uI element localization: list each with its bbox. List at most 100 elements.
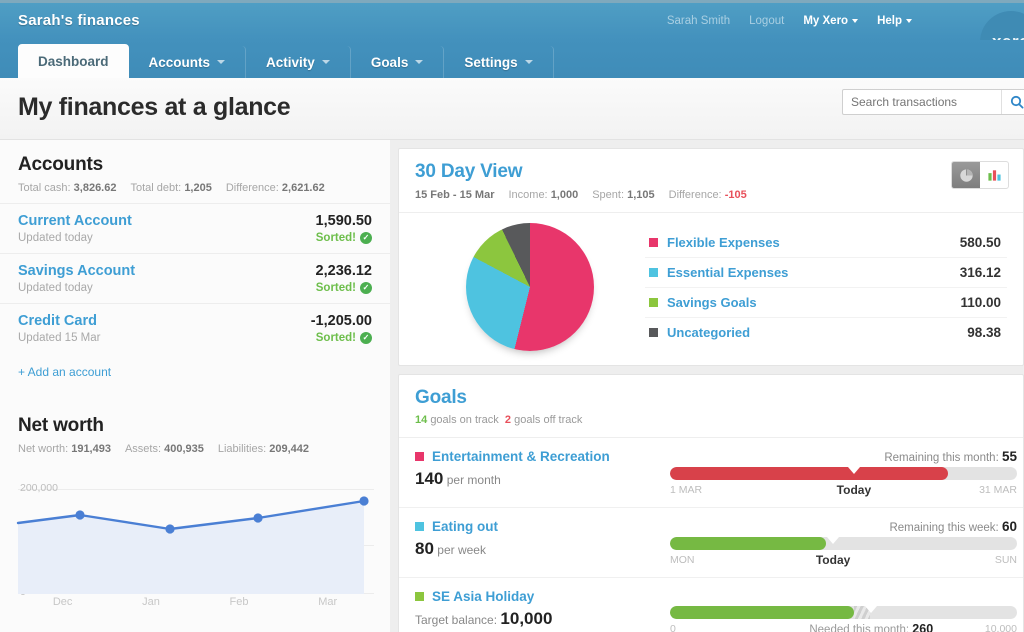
account-name[interactable]: Savings Account <box>18 263 135 279</box>
list-item[interactable]: SE Asia Holiday Target balance: 10,000 0… <box>399 578 1023 632</box>
legend-value: 316.12 <box>959 264 1001 280</box>
thirty-day-view-panel: 30 Day View 15 Feb - 15 Mar Income: 1,00… <box>398 148 1024 366</box>
tab-settings[interactable]: Settings <box>444 46 554 78</box>
goal-amount-unit: per month <box>446 473 501 487</box>
goal-amount-value: 140 <box>415 469 444 488</box>
goal-remaining-label: Remaining this week: <box>889 522 999 534</box>
list-item[interactable]: Eating out 80 per week Remaining this we… <box>399 508 1023 578</box>
tab-label: Accounts <box>148 54 211 70</box>
pie-chart-icon[interactable] <box>952 162 980 188</box>
difference-label: Difference: <box>668 189 722 201</box>
thirty-day-view-body: Flexible Expenses 580.50 Essential Expen… <box>399 213 1023 365</box>
x-tick-label: Feb <box>229 596 249 608</box>
legend-item[interactable]: Uncategoried 98.38 <box>645 318 1007 347</box>
search-input[interactable] <box>843 90 1001 114</box>
goal-name: Eating out <box>432 519 498 534</box>
table-row[interactable]: Credit Card Updated 15 Mar -1,205.00 Sor… <box>0 303 390 353</box>
accounts-panel: Accounts Total cash: 3,826.62 Total debt… <box>0 140 390 194</box>
search-button[interactable] <box>1001 90 1024 114</box>
goal-amount-value: 80 <box>415 539 434 558</box>
legend-swatch <box>649 297 658 307</box>
axis-end-label: 10,000 <box>984 623 1017 632</box>
axis-start-label: 0 <box>670 623 676 632</box>
goal-swatch <box>415 592 424 601</box>
chevron-down-icon <box>217 60 226 64</box>
list-item[interactable]: Entertainment & Recreation 140 per month… <box>399 438 1023 508</box>
progress-bar-fill <box>670 606 854 619</box>
legend-item[interactable]: Essential Expenses 316.12 <box>645 258 1007 288</box>
goal-title[interactable]: SE Asia Holiday <box>415 589 670 604</box>
goals-summary: 14 goals on track 2 goals off track <box>415 414 1007 426</box>
help-menu[interactable]: Help <box>877 15 912 27</box>
total-debt-value: 1,205 <box>184 182 212 194</box>
thirty-day-view-title[interactable]: 30 Day View <box>415 161 1007 183</box>
pie-chart-graphic <box>466 223 594 351</box>
total-debt-label: Total debt: <box>130 182 182 194</box>
goals-header: Goals 14 goals on track 2 goals off trac… <box>399 375 1023 438</box>
legend-label: Uncategoried <box>667 324 751 340</box>
tab-accounts[interactable]: Accounts <box>129 46 247 78</box>
tab-activity[interactable]: Activity <box>246 46 351 78</box>
account-balance: 1,590.50 <box>315 213 372 229</box>
tab-label: Goals <box>370 54 409 70</box>
progress-bar[interactable] <box>670 467 1017 480</box>
tab-label: Dashboard <box>38 53 109 69</box>
goal-title[interactable]: Eating out <box>415 519 670 534</box>
status-badge: Sorted! ✓ <box>316 282 372 294</box>
total-cash-value: 3,826.62 <box>73 182 117 194</box>
pie-chart <box>415 223 645 351</box>
goal-title[interactable]: Entertainment & Recreation <box>415 449 670 464</box>
net-worth-summary: Net worth: 191,493 Assets: 400,935 Liabi… <box>18 443 372 455</box>
tab-goals[interactable]: Goals <box>351 46 445 78</box>
progress-bar[interactable] <box>670 537 1017 550</box>
goal-info: SE Asia Holiday Target balance: 10,000 <box>415 589 670 629</box>
account-balance: -1,205.00 <box>310 313 372 329</box>
tab-label: Activity <box>266 54 315 70</box>
legend-value: 580.50 <box>959 234 1001 250</box>
chevron-down-icon <box>852 18 859 23</box>
table-row[interactable]: Current Account Updated today 1,590.50 S… <box>0 203 390 253</box>
goal-remaining-value: 55 <box>1001 449 1017 464</box>
spent-label: Spent: <box>592 189 625 201</box>
progress-axis: 0 Needed this month: 260 10,000 <box>670 622 1017 632</box>
x-axis-labels: Dec Jan Feb Mar <box>0 596 390 608</box>
status-label: Sorted! <box>315 232 356 244</box>
income-label: Income: <box>508 189 548 201</box>
add-account-link[interactable]: + Add an account <box>0 353 390 379</box>
my-xero-menu[interactable]: My Xero <box>803 15 859 27</box>
progress-bar-fill <box>670 537 827 550</box>
table-row[interactable]: Savings Account Updated today 2,236.12 S… <box>0 253 390 303</box>
goals-title[interactable]: Goals <box>415 387 1007 409</box>
check-icon: ✓ <box>360 332 372 344</box>
legend-item[interactable]: Flexible Expenses 580.50 <box>645 228 1007 258</box>
legend-item[interactable]: Savings Goals 110.00 <box>645 288 1007 318</box>
check-icon: ✓ <box>360 232 372 244</box>
account-balance: 2,236.12 <box>315 263 372 279</box>
account-name[interactable]: Current Account <box>18 213 132 229</box>
legend-value: 110.00 <box>960 294 1001 310</box>
goal-remaining-label: Remaining this month: <box>884 452 999 464</box>
legend-label: Essential Expenses <box>667 264 789 280</box>
status-label: Sorted! <box>315 332 356 344</box>
tab-dashboard[interactable]: Dashboard <box>18 44 129 78</box>
account-name[interactable]: Credit Card <box>18 313 100 329</box>
right-column: 30 Day View 15 Feb - 15 Mar Income: 1,00… <box>390 140 1024 632</box>
off-track-label: goals off track <box>514 414 583 426</box>
user-name: Sarah Smith <box>666 15 731 27</box>
x-tick-label: Jan <box>142 596 160 608</box>
progress-bar[interactable] <box>670 606 1017 619</box>
axis-start-label: 1 MAR <box>670 484 703 496</box>
left-column: Accounts Total cash: 3,826.62 Total debt… <box>0 140 390 632</box>
status-label: Sorted! <box>315 282 356 294</box>
goal-progress: 0 Needed this month: 260 10,000 <box>670 589 1023 632</box>
top-header-bar: Sarah's finances Sarah Smith Logout My X… <box>0 0 1024 40</box>
net-worth-panel: Net worth Net worth: 191,493 Assets: 400… <box>0 401 390 455</box>
bar-chart-icon[interactable] <box>980 162 1008 188</box>
goal-info: Eating out 80 per week <box>415 519 670 559</box>
goal-swatch <box>415 452 424 461</box>
difference-label: Difference: <box>225 182 279 194</box>
needed-this-month: Needed this month: 260 <box>809 622 933 632</box>
logout-link[interactable]: Logout <box>749 15 784 27</box>
difference-value: 2,621.62 <box>281 182 325 194</box>
off-track-count: 2 <box>504 414 512 426</box>
